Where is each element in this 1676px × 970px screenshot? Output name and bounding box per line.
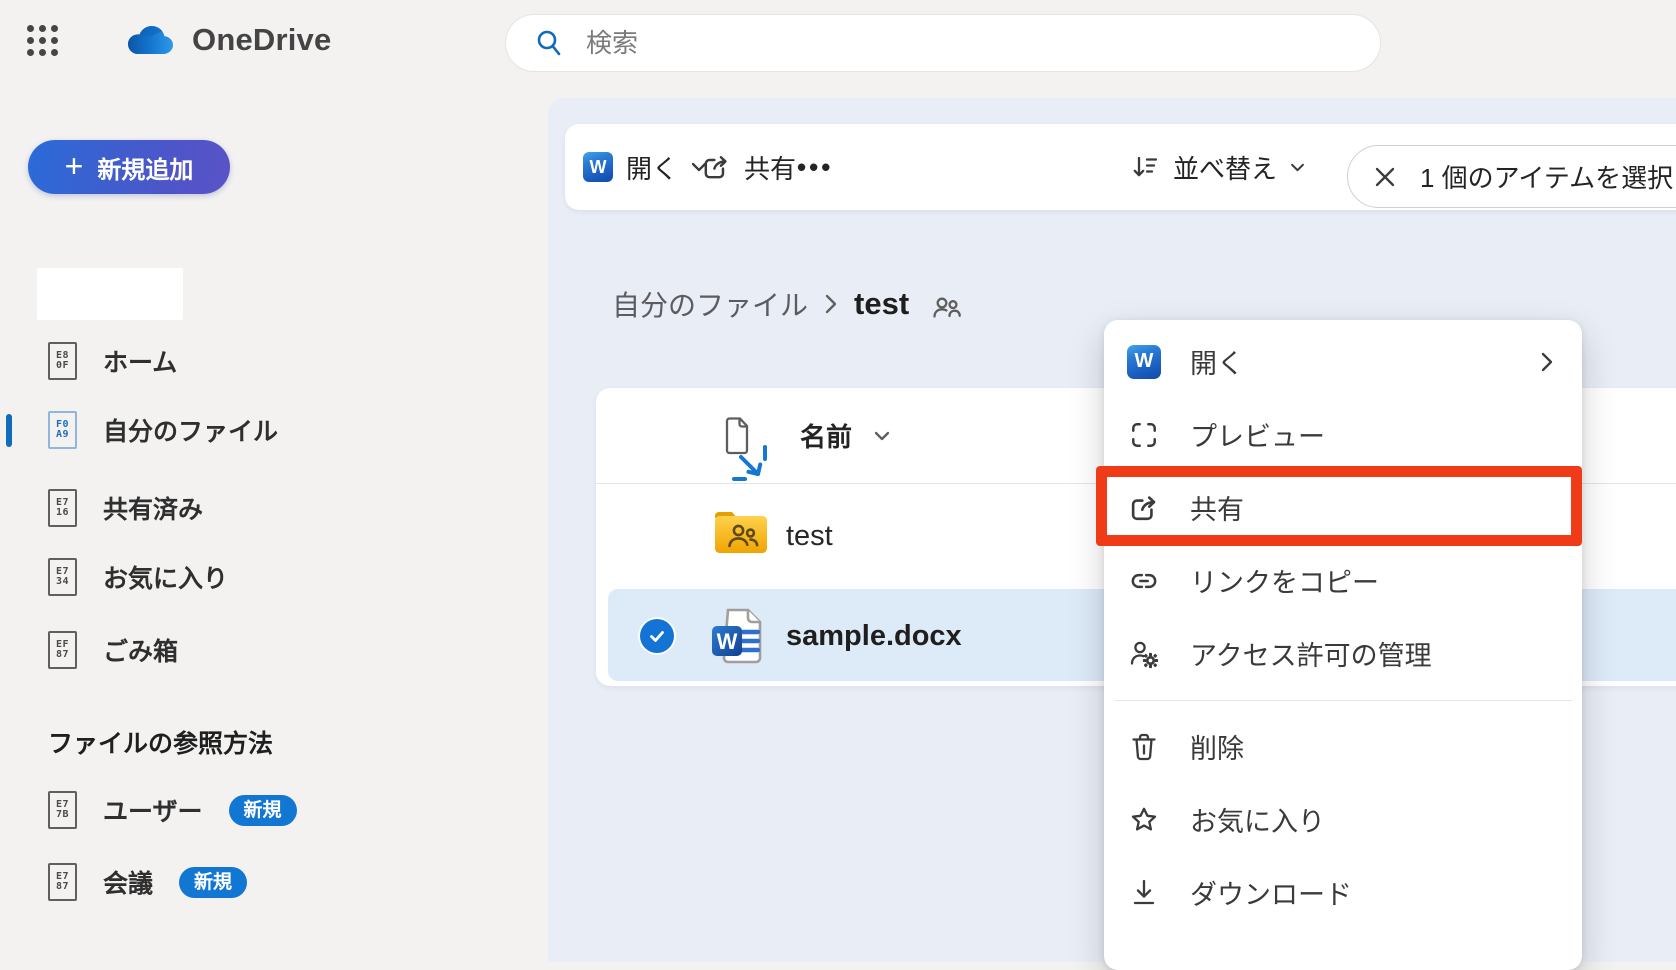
home-icon: E80F bbox=[48, 342, 77, 380]
more-icon: ••• bbox=[797, 152, 833, 183]
sidebar-section-header: ファイルの参照方法 bbox=[48, 724, 273, 760]
share-button[interactable]: 共有 bbox=[701, 124, 796, 210]
people-icon: E77B bbox=[48, 791, 77, 829]
sort-button[interactable]: 並べ替え bbox=[1130, 124, 1305, 210]
share-label: 共有 bbox=[744, 149, 796, 186]
sidebar-item-label: ごみ箱 bbox=[103, 632, 178, 668]
star-icon bbox=[1126, 804, 1162, 836]
sidebar-item-recycle-bin[interactable]: EF87 ごみ箱 bbox=[48, 630, 178, 670]
menu-item-label: アクセス許可の管理 bbox=[1190, 634, 1554, 673]
menu-item-label: お気に入り bbox=[1190, 800, 1554, 839]
add-new-label: 新規追加 bbox=[97, 150, 193, 185]
new-badge: 新規 bbox=[179, 867, 247, 898]
sidebar-item-home[interactable]: E80F ホーム bbox=[48, 341, 177, 381]
menu-item-label: 開く bbox=[1190, 342, 1512, 381]
sidebar-item-favorites[interactable]: E734 お気に入り bbox=[48, 557, 228, 597]
redacted-account-name bbox=[37, 268, 183, 320]
breadcrumb-current[interactable]: test bbox=[854, 286, 909, 322]
menu-item-delete[interactable]: 削除 bbox=[1104, 710, 1582, 783]
file-name: sample.docx bbox=[786, 587, 962, 686]
sidebar-item-shared[interactable]: E716 共有済み bbox=[48, 488, 203, 528]
new-badge: 新規 bbox=[229, 795, 297, 826]
trash-icon bbox=[1126, 731, 1162, 763]
favorites-icon: E734 bbox=[48, 558, 77, 596]
search-input[interactable] bbox=[584, 27, 1370, 60]
manage-access-icon bbox=[1126, 638, 1162, 670]
meetings-icon: E787 bbox=[48, 863, 77, 901]
menu-item-open[interactable]: W 開く bbox=[1104, 325, 1582, 398]
sort-icon bbox=[1130, 152, 1160, 182]
submenu-chevron-icon bbox=[1540, 350, 1554, 374]
open-button[interactable]: W 開く bbox=[583, 124, 707, 210]
menu-item-download[interactable]: ダウンロード bbox=[1104, 856, 1582, 929]
recycle-bin-icon: EF87 bbox=[48, 631, 77, 669]
more-commands-button[interactable]: ••• bbox=[797, 124, 833, 210]
selected-check-icon[interactable] bbox=[640, 619, 674, 653]
onedrive-cloud-icon bbox=[122, 23, 174, 57]
link-icon bbox=[1126, 565, 1162, 597]
breadcrumb-parent[interactable]: 自分のファイル bbox=[612, 284, 808, 324]
search-icon bbox=[534, 28, 564, 58]
sidebar-item-label: ホーム bbox=[103, 343, 177, 379]
shared-folder-icon bbox=[712, 508, 770, 556]
preview-icon bbox=[1126, 420, 1162, 450]
menu-item-label: 共有 bbox=[1190, 488, 1554, 527]
menu-item-share[interactable]: 共有 bbox=[1104, 471, 1582, 544]
context-menu: W 開く プレビュー 共有 bbox=[1104, 320, 1582, 970]
sidebar-item-label: 共有済み bbox=[103, 490, 203, 526]
column-header-label: 名前 bbox=[800, 417, 852, 454]
sidebar-item-label: ユーザー bbox=[103, 792, 203, 828]
sidebar-item-label: 会議 bbox=[103, 864, 153, 900]
sidebar-item-label: お気に入り bbox=[103, 559, 228, 595]
plus-icon: + bbox=[65, 150, 84, 182]
menu-item-copy-link[interactable]: リンクをコピー bbox=[1104, 544, 1582, 617]
chevron-down-icon bbox=[874, 431, 890, 441]
share-icon bbox=[1126, 492, 1162, 524]
word-icon: W bbox=[583, 152, 613, 182]
sidebar-item-people[interactable]: E77B ユーザー 新規 bbox=[48, 790, 297, 830]
menu-item-label: プレビュー bbox=[1190, 415, 1554, 454]
sidebar-item-meetings[interactable]: E787 会議 新規 bbox=[48, 862, 247, 902]
word-icon: W bbox=[1127, 345, 1161, 379]
menu-item-favorite[interactable]: お気に入り bbox=[1104, 783, 1582, 856]
selection-status-pill[interactable]: 1 個のアイテムを選択 bbox=[1347, 145, 1676, 208]
app-launcher-icon[interactable] bbox=[24, 22, 60, 58]
file-name: test bbox=[786, 485, 833, 587]
onedrive-logo[interactable]: OneDrive bbox=[122, 22, 331, 58]
share-icon bbox=[701, 152, 731, 182]
sort-label: 並べ替え bbox=[1173, 149, 1277, 186]
shared-icon: E716 bbox=[48, 489, 77, 527]
menu-separator bbox=[1104, 690, 1582, 710]
svg-text:W: W bbox=[717, 629, 738, 654]
sidebar-item-label: 自分のファイル bbox=[103, 412, 278, 448]
selected-item-indicator bbox=[6, 414, 12, 447]
click-annotation-icon bbox=[731, 444, 779, 492]
app-title: OneDrive bbox=[192, 22, 331, 58]
menu-item-label: リンクをコピー bbox=[1190, 561, 1554, 600]
sidebar-item-my-files[interactable]: F0A9 自分のファイル bbox=[48, 410, 278, 450]
chevron-down-icon bbox=[1290, 163, 1305, 172]
shared-people-icon bbox=[931, 293, 963, 321]
clear-selection-icon[interactable] bbox=[1374, 166, 1396, 188]
search-bar[interactable] bbox=[505, 14, 1381, 72]
menu-item-manage-access[interactable]: アクセス許可の管理 bbox=[1104, 617, 1582, 690]
open-label: 開く bbox=[626, 149, 678, 186]
menu-item-preview[interactable]: プレビュー bbox=[1104, 398, 1582, 471]
add-new-button[interactable]: + 新規追加 bbox=[28, 140, 230, 194]
selection-status-label: 1 個のアイテムを選択 bbox=[1420, 158, 1673, 195]
menu-item-label: ダウンロード bbox=[1190, 873, 1554, 912]
word-document-icon: W bbox=[708, 606, 774, 668]
download-icon bbox=[1126, 877, 1162, 909]
chevron-right-icon bbox=[824, 293, 838, 315]
menu-item-label: 削除 bbox=[1190, 727, 1554, 766]
my-files-icon: F0A9 bbox=[48, 411, 77, 449]
breadcrumb: 自分のファイル test bbox=[612, 284, 963, 324]
